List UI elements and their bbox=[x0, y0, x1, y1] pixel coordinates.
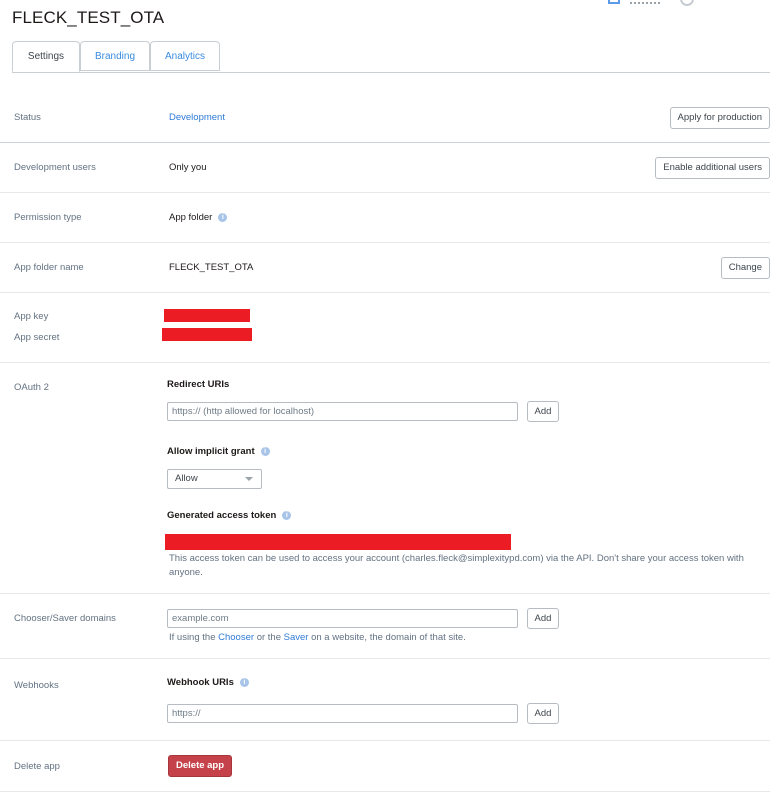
webhook-uris-text: Webhook URIs bbox=[167, 677, 234, 688]
menu-label-icon[interactable] bbox=[630, 0, 660, 4]
app-keys-row: App key App secret bbox=[0, 293, 770, 363]
app-folder-label: App folder name bbox=[14, 262, 84, 273]
top-bar-icons bbox=[600, 0, 720, 6]
chooser-help-text: on a website, the domain of that site. bbox=[311, 632, 466, 643]
implicit-grant-value: Allow bbox=[175, 473, 198, 484]
delete-app-label: Delete app bbox=[14, 761, 60, 772]
permission-type-row: Permission type App folder i bbox=[0, 193, 770, 243]
info-icon[interactable]: i bbox=[260, 446, 270, 456]
tab-settings[interactable]: Settings bbox=[12, 41, 80, 72]
enable-additional-users-button[interactable]: Enable additional users bbox=[655, 157, 770, 179]
status-value-link[interactable]: Development bbox=[169, 112, 225, 123]
redirect-uri-input[interactable] bbox=[167, 402, 518, 421]
add-domain-button[interactable]: Add bbox=[527, 608, 559, 629]
implicit-grant-text: Allow implicit grant bbox=[167, 446, 255, 457]
avatar[interactable] bbox=[680, 0, 694, 6]
chooser-saver-row: Chooser/Saver domains Add If using the C… bbox=[0, 594, 770, 659]
permission-type-text: App folder bbox=[169, 212, 213, 223]
chooser-link[interactable]: Chooser bbox=[218, 632, 254, 643]
apply-for-production-button[interactable]: Apply for production bbox=[669, 107, 770, 129]
status-label: Status bbox=[14, 112, 41, 123]
page-title: FLECK_TEST_OTA bbox=[12, 8, 165, 27]
app-folder-row: App folder name FLECK_TEST_OTA Change bbox=[0, 243, 770, 293]
development-users-value: Only you bbox=[169, 162, 207, 173]
access-token-help: This access token can be used to access … bbox=[169, 553, 744, 578]
tab-branding[interactable]: Branding bbox=[80, 41, 150, 71]
delete-app-button[interactable]: Delete app bbox=[168, 755, 233, 777]
app-key-label: App key bbox=[14, 311, 49, 322]
add-redirect-uri-button[interactable]: Add bbox=[527, 401, 559, 422]
access-token-text: Generated access token bbox=[167, 510, 277, 521]
permission-type-label: Permission type bbox=[14, 212, 82, 223]
implicit-grant-heading: Allow implicit grant i bbox=[167, 446, 270, 457]
app-folder-value: FLECK_TEST_OTA bbox=[169, 262, 254, 273]
permission-type-value: App folder i bbox=[169, 212, 228, 223]
info-icon[interactable]: i bbox=[218, 212, 228, 222]
add-webhook-button[interactable]: Add bbox=[527, 703, 559, 724]
webhook-uris-heading: Webhook URIs i bbox=[167, 677, 249, 688]
webhook-uri-input[interactable] bbox=[167, 704, 518, 723]
status-row: Status Development Apply for production bbox=[0, 93, 770, 143]
oauth-label: OAuth 2 bbox=[14, 382, 49, 393]
oauth-row: OAuth 2 Redirect URIs Add Allow implicit… bbox=[0, 363, 770, 594]
domain-input[interactable] bbox=[167, 609, 518, 628]
chooser-help-text: If using the bbox=[169, 632, 216, 643]
delete-app-row: Delete app Delete app bbox=[0, 741, 770, 792]
tab-analytics[interactable]: Analytics bbox=[150, 41, 220, 71]
access-token-heading: Generated access token i bbox=[167, 510, 292, 521]
app-secret-redaction bbox=[162, 328, 252, 341]
saver-link[interactable]: Saver bbox=[284, 632, 309, 643]
access-token-redaction bbox=[165, 534, 511, 550]
implicit-grant-select[interactable]: Allow bbox=[167, 469, 262, 489]
chooser-help: If using the Chooser or the Saver on a w… bbox=[169, 631, 466, 645]
webhooks-row: Webhooks Webhook URIs i Add bbox=[0, 659, 770, 741]
chooser-saver-label: Chooser/Saver domains bbox=[14, 613, 116, 624]
app-key-redaction bbox=[164, 309, 250, 322]
redirect-uris-heading: Redirect URIs bbox=[167, 379, 230, 390]
chevron-down-icon bbox=[245, 477, 253, 481]
development-users-row: Development users Only you Enable additi… bbox=[0, 143, 770, 193]
account-icon[interactable] bbox=[608, 0, 620, 4]
info-icon[interactable]: i bbox=[282, 510, 292, 520]
tab-bar: Settings Branding Analytics bbox=[12, 41, 770, 73]
development-users-label: Development users bbox=[14, 162, 96, 173]
webhooks-label: Webhooks bbox=[14, 680, 59, 691]
info-icon[interactable]: i bbox=[239, 677, 249, 687]
chooser-help-text: or the bbox=[256, 632, 281, 643]
app-secret-label: App secret bbox=[14, 332, 60, 343]
change-folder-button[interactable]: Change bbox=[720, 257, 770, 279]
